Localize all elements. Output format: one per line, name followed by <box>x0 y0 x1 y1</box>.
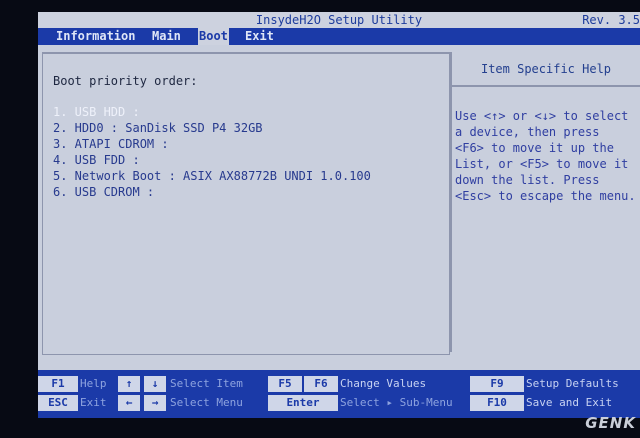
menu-tab-bar: Information Main Boot Exit <box>38 28 640 45</box>
help-title: Item Specific Help <box>480 62 612 76</box>
key-change-values-desc: Change Values <box>340 377 427 390</box>
help-line: Use <↑> or <↓> to select <box>455 109 629 123</box>
key-f9: F9 <box>470 376 524 392</box>
key-select-item-desc: Select Item <box>170 377 243 390</box>
boot-item-usb-cdrom[interactable]: 6. USB CDROM : <box>53 184 371 200</box>
revision-label: Rev. 3.5 <box>582 13 640 27</box>
help-line: <F6> to move it up the <box>455 141 614 155</box>
help-panel: Item Specific Help Use <↑> or <↓> to sel… <box>450 52 640 352</box>
key-setup-defaults-desc: Setup Defaults <box>526 377 619 390</box>
key-select-menu-desc: Select Menu <box>170 396 243 409</box>
key-sub-menu-desc: Select ▸ Sub-Menu <box>340 396 453 409</box>
key-f10: F10 <box>470 395 524 411</box>
boot-priority-title: Boot priority order: <box>53 74 198 88</box>
key-left-arrow: ← <box>118 395 140 411</box>
key-save-exit-desc: Save and Exit <box>526 396 613 409</box>
boot-item-hdd0[interactable]: 2. HDD0 : SanDisk SSD P4 32GB <box>53 120 371 136</box>
boot-options-panel: Boot priority order: 1. USB HDD : 2. HDD… <box>42 52 450 355</box>
key-esc-desc: Exit <box>80 396 107 409</box>
help-line: a device, then press <box>455 125 600 139</box>
key-f1-desc: Help <box>80 377 107 390</box>
key-up-arrow: ↑ <box>118 376 140 392</box>
key-down-arrow: ↓ <box>144 376 166 392</box>
boot-item-usb-hdd[interactable]: 1. USB HDD : <box>53 104 371 120</box>
key-enter: Enter <box>268 395 338 411</box>
help-line: List, or <F5> to move it <box>455 157 629 171</box>
window-title: InsydeH2O Setup Utility <box>255 13 423 27</box>
tab-information[interactable]: Information <box>56 28 135 45</box>
boot-item-usb-fdd[interactable]: 4. USB FDD : <box>53 152 371 168</box>
tab-exit[interactable]: Exit <box>245 28 274 45</box>
genk-watermark-logo: GENK <box>585 414 636 432</box>
boot-item-atapi-cdrom[interactable]: 3. ATAPI CDROM : <box>53 136 371 152</box>
bios-screen: InsydeH2O Setup Utility Rev. 3.5 Informa… <box>38 12 640 418</box>
key-f6: F6 <box>304 376 338 392</box>
key-right-arrow: → <box>144 395 166 411</box>
key-f5: F5 <box>268 376 302 392</box>
key-legend-bar: F1 Help ↑ ↓ Select Item F5 F6 Change Val… <box>38 370 640 418</box>
help-line: down the list. Press <box>455 173 600 187</box>
help-line: <Esc> to escape the menu. <box>455 189 636 203</box>
help-text: Use <↑> or <↓> to select a device, then … <box>455 108 640 204</box>
tab-boot[interactable]: Boot <box>198 28 229 45</box>
title-bar: InsydeH2O Setup Utility Rev. 3.5 <box>38 12 640 28</box>
tab-main[interactable]: Main <box>152 28 181 45</box>
boot-item-network-boot[interactable]: 5. Network Boot : ASIX AX88772B UNDI 1.0… <box>53 168 371 184</box>
key-esc: ESC <box>38 395 78 411</box>
help-divider <box>452 85 640 87</box>
key-f1: F1 <box>38 376 78 392</box>
boot-priority-list: 1. USB HDD : 2. HDD0 : SanDisk SSD P4 32… <box>53 104 371 200</box>
